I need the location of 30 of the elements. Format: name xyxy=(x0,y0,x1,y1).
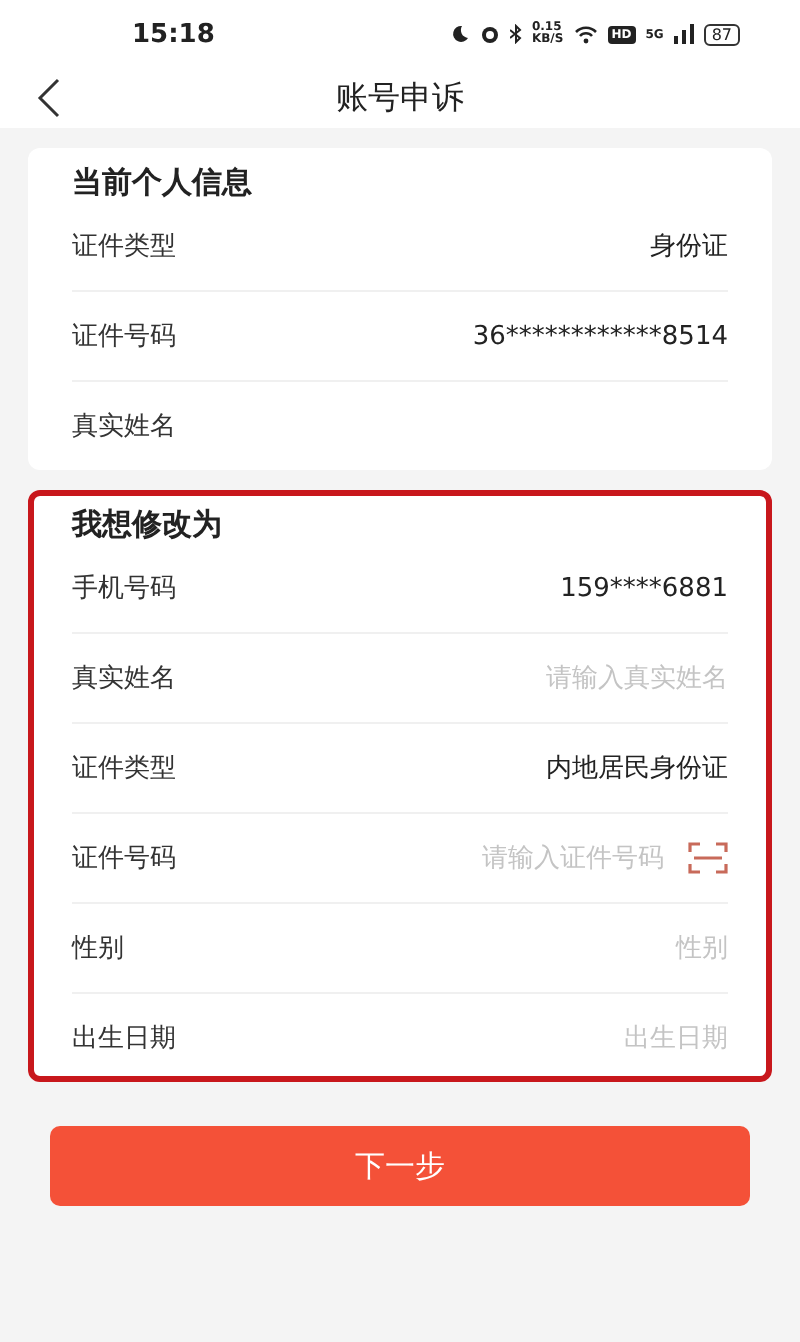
row-label: 性别 xyxy=(72,932,124,966)
wifi-icon xyxy=(573,24,598,44)
row-label: 证件号码 xyxy=(72,320,176,354)
section-title: 我想修改为 xyxy=(72,504,224,544)
status-time: 15:18 xyxy=(132,19,215,49)
row-label: 真实姓名 xyxy=(72,662,176,696)
row-label: 证件类型 xyxy=(72,752,176,786)
battery-level: 87 xyxy=(703,23,740,45)
row-label: 真实姓名 xyxy=(72,410,176,444)
row-label: 手机号码 xyxy=(72,572,176,606)
row-value: 159****6881 xyxy=(560,573,728,603)
page-title: 账号申诉 xyxy=(336,77,464,119)
back-icon[interactable] xyxy=(36,78,60,118)
scan-icon[interactable] xyxy=(688,842,728,874)
row-label: 证件号码 xyxy=(72,842,176,876)
input-field[interactable]: 请输入证件号码 xyxy=(482,840,664,876)
next-button[interactable]: 下一步 xyxy=(50,1126,750,1206)
picker-field[interactable]: 性别 xyxy=(676,930,728,966)
row-value: 36************8514 xyxy=(472,321,728,351)
section-title: 当前个人信息 xyxy=(72,162,254,202)
row-label: 证件类型 xyxy=(72,230,176,264)
picker-field[interactable]: 出生日期 xyxy=(624,1020,728,1056)
alarm-icon xyxy=(479,24,500,44)
bluetooth-icon xyxy=(509,24,522,44)
row-value: 内地居民身份证 xyxy=(546,752,728,786)
signal-icon xyxy=(673,24,694,44)
moon-icon xyxy=(449,24,470,44)
row-label: 出生日期 xyxy=(72,1022,176,1056)
row-value: 身份证 xyxy=(650,230,728,264)
input-field[interactable]: 请输入真实姓名 xyxy=(546,660,728,696)
